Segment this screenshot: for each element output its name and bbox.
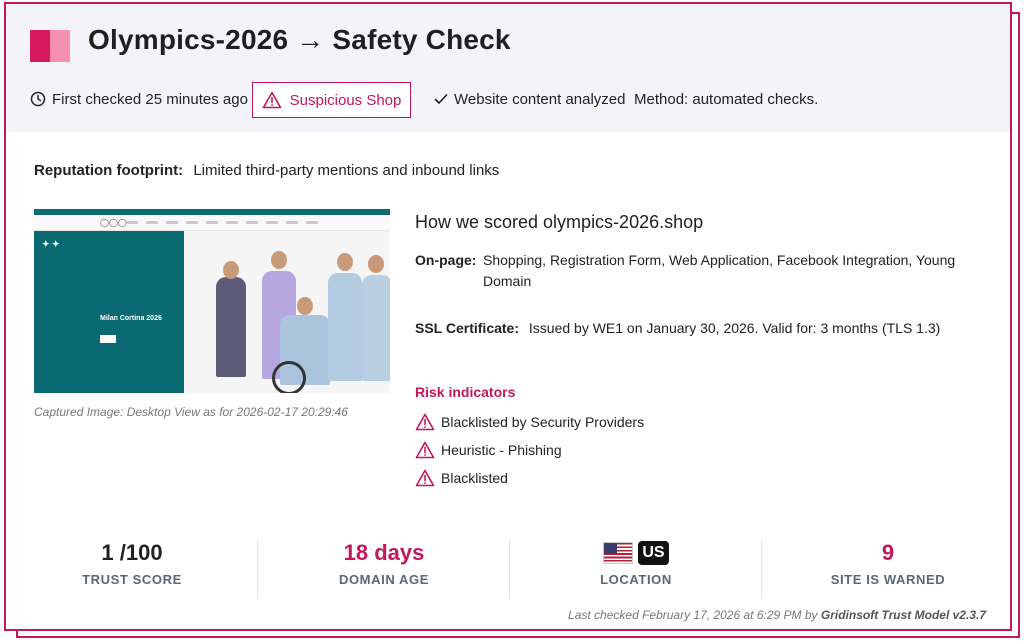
footer-prefix: Last checked February 17, 2026 at 6:29 P…	[568, 608, 818, 622]
location-code: US	[638, 541, 669, 565]
reputation-label: Reputation footprint:	[34, 162, 184, 179]
page-title: Olympics-2026 → Safety Check	[88, 24, 511, 55]
risk-title: Risk indicators	[415, 384, 516, 400]
olympic-rings-icon: ◯◯◯	[100, 218, 127, 227]
brand-logo	[30, 30, 70, 62]
trust-score-label: TRUST SCORE	[82, 572, 182, 587]
safety-check-card: Olympics-2026 → Safety Check First check…	[4, 2, 1012, 631]
athletes-photo	[184, 231, 390, 393]
risk-list: Blacklisted by Security Providers Heuris…	[415, 408, 644, 492]
risk-item: Blacklisted by Security Providers	[415, 408, 644, 436]
content-analyzed-text: Website content analyzed	[454, 90, 626, 108]
scoring-title: How we scored olympics-2026.shop	[415, 212, 704, 232]
site-screenshot[interactable]: ◯◯◯ ✦ ✦ Milan Cortina 2026	[34, 209, 390, 393]
ssl-row: SSL Certificate: Issued by WE1 on Januar…	[415, 320, 940, 336]
stat-domain-age: 18 days DOMAIN AGE	[258, 538, 510, 600]
ssl-value: Issued by WE1 on January 30, 2026. Valid…	[528, 320, 941, 336]
warning-triangle-icon	[415, 469, 435, 487]
screenshot-caption: Captured Image: Desktop View as for 2026…	[34, 405, 348, 419]
domain-age-value: 18 days	[343, 540, 425, 565]
trust-model-link[interactable]: Gridinsoft Trust Model v2.3.7	[821, 608, 986, 622]
risk-item-label: Heuristic - Phishing	[441, 442, 562, 458]
status-badge-label: Suspicious Shop	[289, 91, 402, 109]
stat-site-warned: 9 SITE IS WARNED	[762, 538, 1010, 600]
stat-location: US LOCATION	[510, 538, 762, 600]
reputation-footprint: Reputation footprint: Limited third-part…	[34, 162, 499, 179]
domain-age-label: DOMAIN AGE	[338, 572, 430, 587]
header: Olympics-2026 → Safety Check First check…	[6, 4, 1010, 132]
check-icon	[434, 94, 448, 104]
onpage-label: On-page:	[415, 252, 477, 268]
milano-cortina-emblem: ✦ ✦	[42, 239, 60, 249]
meta-row: First checked 25 minutes ago Suspicious …	[30, 82, 930, 118]
reputation-value: Limited third-party mentions and inbound…	[193, 162, 500, 179]
risk-item-label: Blacklisted	[441, 470, 508, 486]
site-warned-label: SITE IS WARNED	[830, 572, 946, 587]
onpage-value: Shopping, Registration Form, Web Applica…	[483, 252, 956, 289]
clock-icon	[30, 91, 46, 107]
banner-text: Milan Cortina 2026	[100, 315, 162, 322]
site-warned-value: 9	[881, 540, 895, 565]
trust-score-value: 1 /100	[101, 540, 163, 565]
risk-item: Heuristic - Phishing	[415, 436, 644, 464]
status-badge[interactable]: Suspicious Shop	[252, 82, 411, 118]
us-flag-icon	[603, 542, 634, 564]
warning-triangle-icon	[415, 441, 435, 459]
risk-item: Blacklisted	[415, 464, 644, 492]
first-checked-text: First checked 25 minutes ago	[52, 90, 248, 108]
banner-button	[100, 335, 116, 343]
risk-item-label: Blacklisted by Security Providers	[441, 414, 645, 430]
first-checked: First checked 25 minutes ago	[30, 82, 248, 116]
ssl-label: SSL Certificate:	[415, 320, 519, 336]
warning-triangle-icon	[415, 413, 435, 431]
stat-trust-score: 1 /100 TRUST SCORE	[6, 538, 258, 600]
method-text: Method: automated checks.	[634, 90, 819, 108]
location-label: LOCATION	[600, 572, 672, 587]
last-checked-footer: Last checked February 17, 2026 at 6:29 P…	[568, 608, 986, 622]
content-analyzed: Website content analyzed	[434, 82, 626, 116]
warning-triangle-icon	[262, 91, 281, 109]
stats-row: 1 /100 TRUST SCORE 18 days DOMAIN AGE US…	[6, 538, 1010, 600]
